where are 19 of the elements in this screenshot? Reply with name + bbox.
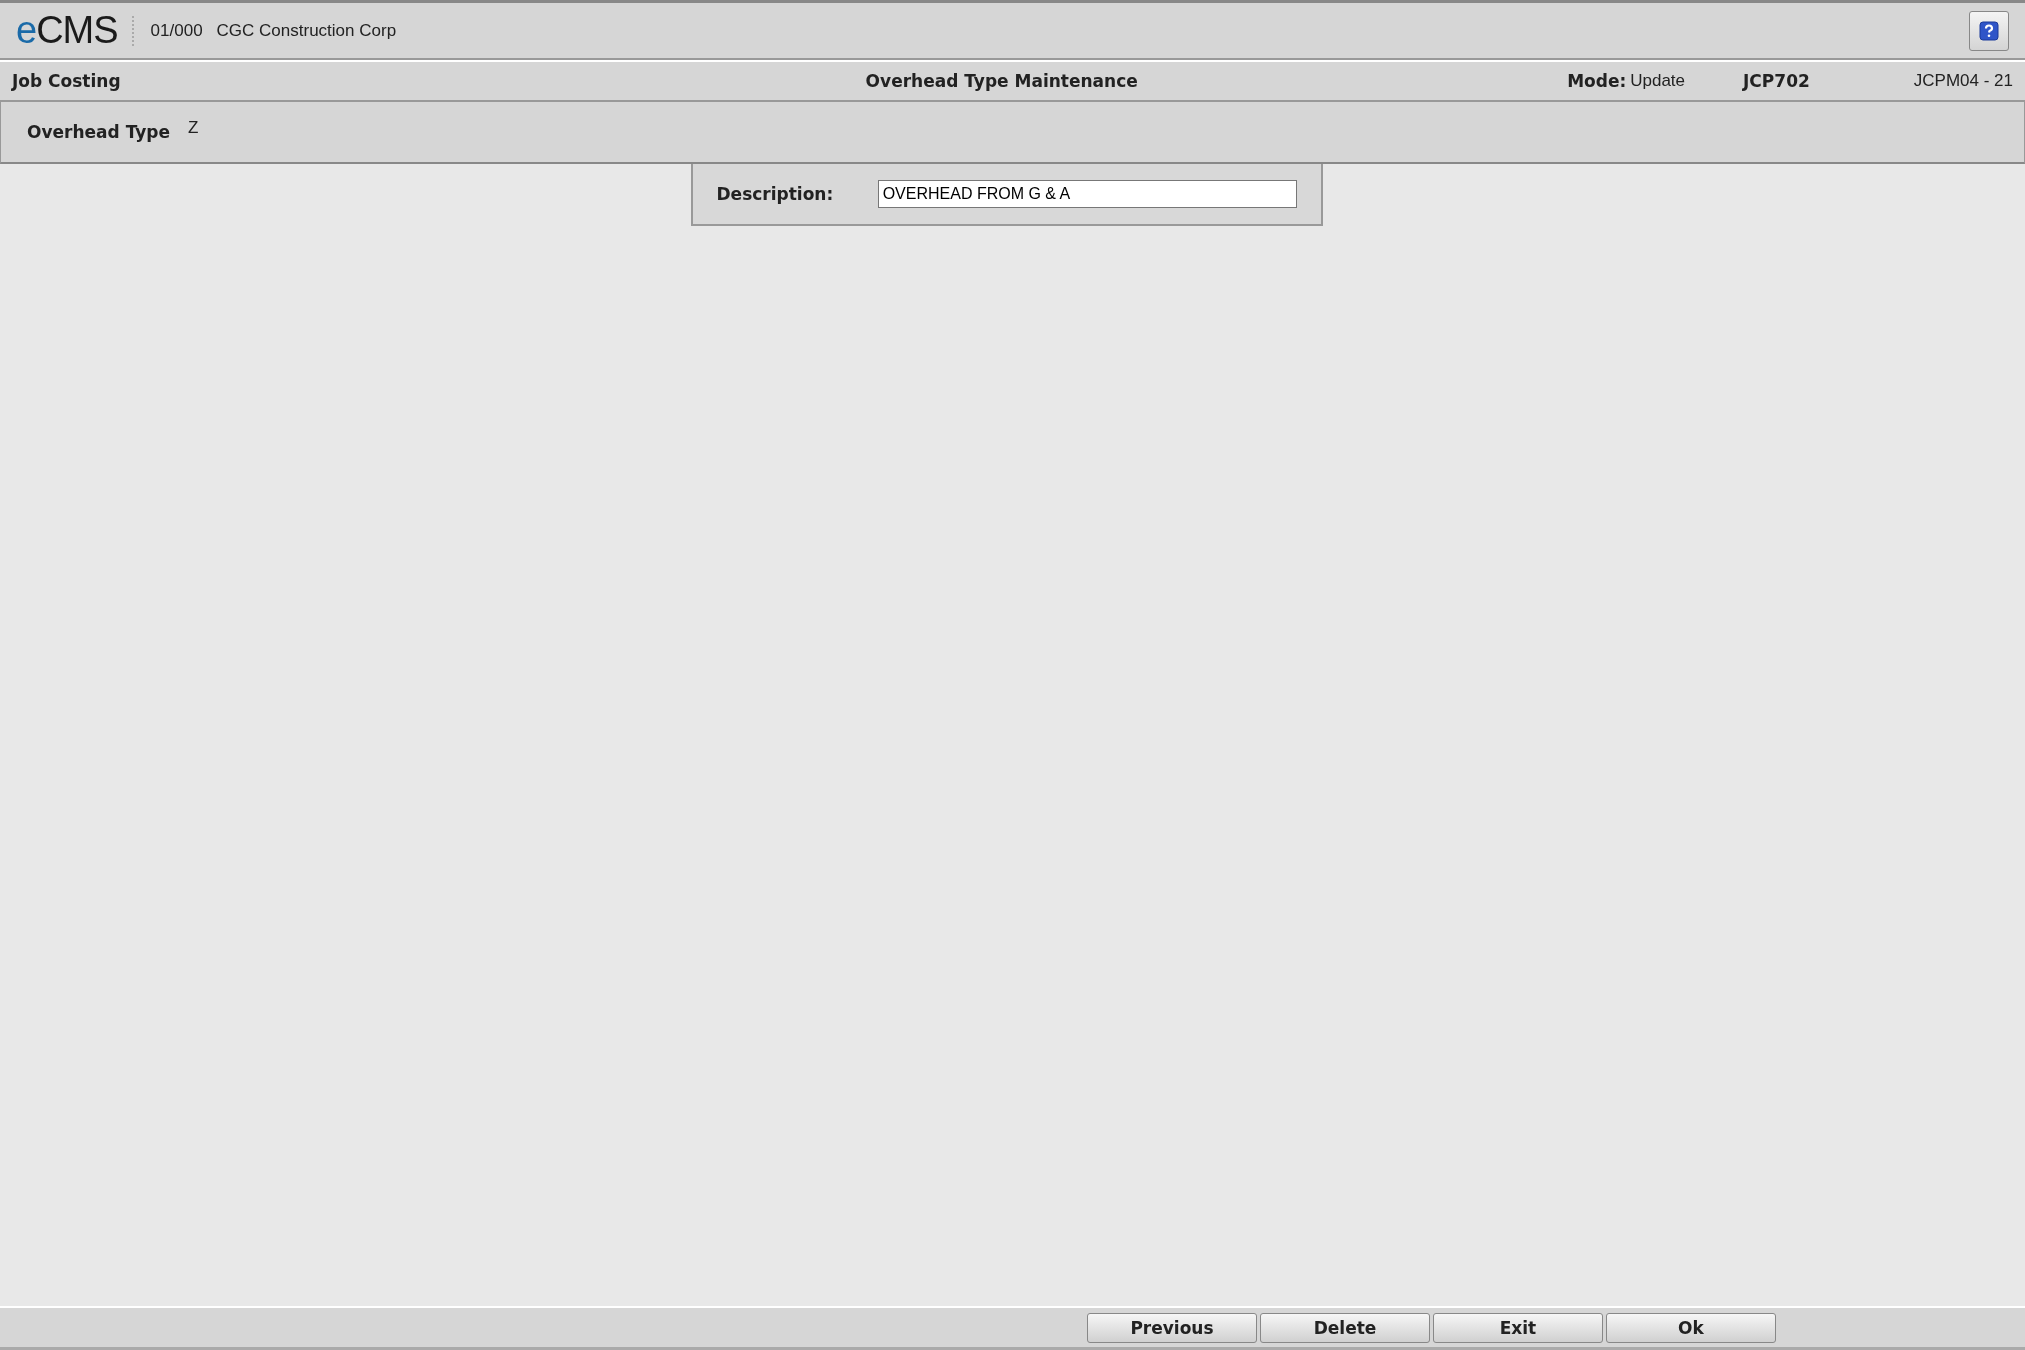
field-value: Z bbox=[188, 118, 199, 138]
description-field[interactable]: OVERHEAD FROM G & A bbox=[877, 180, 1297, 208]
help-icon bbox=[1979, 20, 1999, 41]
action-button[interactable]: Delete bbox=[1260, 1312, 1430, 1343]
help-button[interactable] bbox=[1969, 10, 2009, 51]
screen-id: JCPM04 - 21 bbox=[1913, 71, 2013, 91]
action-button[interactable]: Previous bbox=[1087, 1312, 1257, 1343]
action-button[interactable]: Ok bbox=[1606, 1312, 1776, 1343]
ecms-logo: eCMS bbox=[16, 9, 118, 52]
company-code: 01/000 bbox=[150, 20, 203, 41]
action-button[interactable]: Exit bbox=[1433, 1312, 1603, 1343]
module-name: Job Costing bbox=[12, 71, 121, 91]
program-id: JCP702 bbox=[1743, 71, 1810, 91]
mode-value: Update bbox=[1630, 71, 1686, 91]
field-label: Overhead Type bbox=[27, 122, 170, 142]
field-label: Description: bbox=[716, 184, 835, 204]
screen-title: Overhead Type Maintenance bbox=[865, 71, 1138, 91]
mode-label: Mode: bbox=[1567, 71, 1627, 91]
company-name: CGC Construction Corp bbox=[216, 20, 397, 41]
